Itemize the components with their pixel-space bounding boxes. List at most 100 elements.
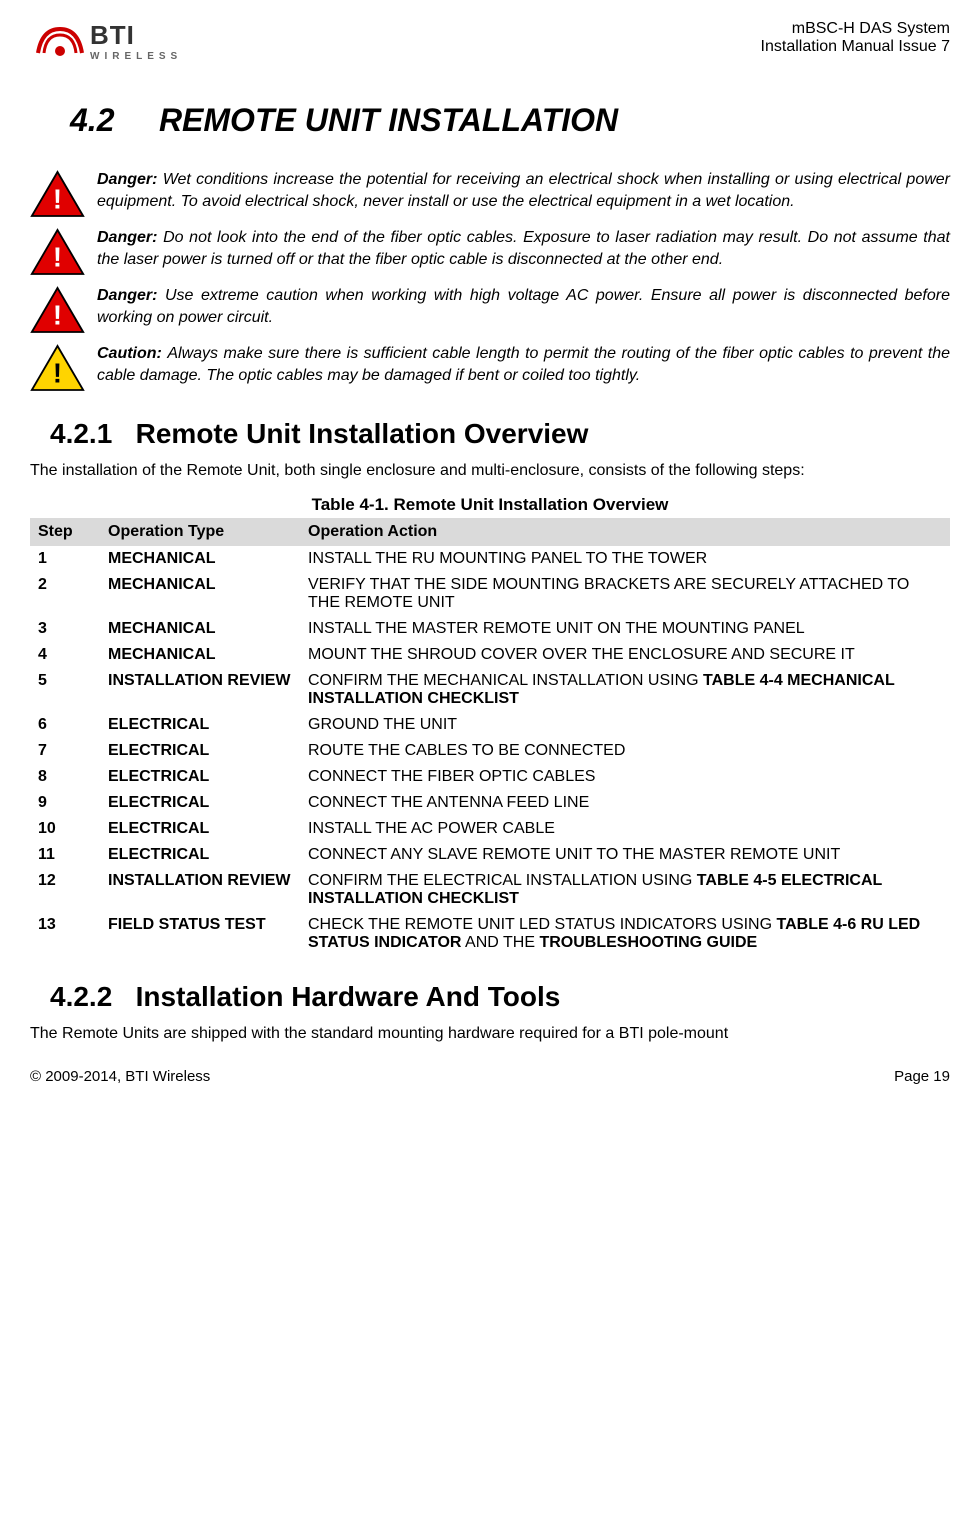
table-cell-action: ROUTE THE CABLES TO BE CONNECTED [300,738,950,764]
table-row: 3MECHANICALINSTALL THE MASTER REMOTE UNI… [30,616,950,642]
logo-sub-text: WIRELESS [90,51,182,62]
table-row: 9ELECTRICAL CONNECT THE ANTENNA FEED LINE [30,790,950,816]
table-cell-action-part: CONNECT ANY SLAVE REMOTE UNIT TO THE MAS… [308,846,840,863]
table-cell-action-part: CONFIRM THE MECHANICAL INSTALLATION USIN… [308,672,703,689]
table-cell-step: 10 [30,816,100,842]
table-cell-action: INSTALL THE RU MOUNTING PANEL TO THE TOW… [300,546,950,572]
table-cell-step: 7 [30,738,100,764]
section-number: 4.2 [70,102,114,138]
table-header-step: Step [30,518,100,546]
table-cell-action: INSTALL THE AC POWER CABLE [300,816,950,842]
table-cell-action-part: INSTALL THE RU MOUNTING PANEL TO THE TOW… [308,550,707,567]
table-caption: Table 4-1. Remote Unit Installation Over… [30,495,950,515]
table-cell-action-part: CHECK THE REMOTE UNIT LED STATUS INDICAT… [308,916,777,933]
table-cell-step: 4 [30,642,100,668]
header-line-2: Installation Manual Issue 7 [761,38,950,56]
subsection-title: 4.2.1 Remote Unit Installation Overview [50,418,950,450]
table-cell-type: MECHANICAL [100,572,300,616]
table-cell-action-part: CONFIRM THE ELECTRICAL INSTALLATION USIN… [308,872,697,889]
warning-row: ! Danger: Wet conditions increase the po… [30,169,950,219]
danger-icon: ! [30,285,85,335]
footer-copyright: © 2009-2014, BTI Wireless [30,1068,210,1085]
table-row: 10ELECTRICAL INSTALL THE AC POWER CABLE [30,816,950,842]
table-cell-type: ELECTRICAL [100,738,300,764]
subsection-intro: The Remote Units are shipped with the st… [30,1025,950,1043]
table-row: 12INSTALLATION REVIEW CONFIRM THE ELECTRI… [30,868,950,912]
table-cell-action: CONFIRM THE ELECTRICAL INSTALLATION USIN… [300,868,950,912]
table-header-row: Step Operation Type Operation Action [30,518,950,546]
section-title: 4.2 REMOTE UNIT INSTALLATION [70,102,950,139]
footer-page-number: Page 19 [894,1068,950,1085]
subsection-title: 4.2.2 Installation Hardware And Tools [50,981,950,1013]
table-row: 1MECHANICAL INSTALL THE RU MOUNTING PANEL… [30,546,950,572]
table-cell-type: INSTALLATION REVIEW [100,868,300,912]
danger-icon: ! [30,169,85,219]
warning-body: Do not look into the end of the fiber op… [97,229,950,268]
header-document-title: mBSC-H DAS System Installation Manual Is… [761,20,950,56]
table-cell-action: INSTALL THE MASTER REMOTE UNIT ON THE MO… [300,616,950,642]
table-cell-step: 11 [30,842,100,868]
table-cell-action: CONFIRM THE MECHANICAL INSTALLATION USIN… [300,668,950,712]
table-cell-action-part: ROUTE THE CABLES TO BE CONNECTED [308,742,625,759]
table-cell-action: CONNECT THE ANTENNA FEED LINE [300,790,950,816]
table-row: 2MECHANICALVERIFY THAT THE SIDE MOUNTING… [30,572,950,616]
table-cell-type: MECHANICAL [100,546,300,572]
svg-text:!: ! [53,184,62,215]
logo-icon [30,21,90,61]
warning-row: ! Danger: Use extreme caution when worki… [30,285,950,335]
table-cell-action-part: CONNECT THE FIBER OPTIC CABLES [308,768,595,785]
warning-row: ! Caution: Always make sure there is suf… [30,343,950,393]
subsection-title-text: Remote Unit Installation Overview [136,418,589,449]
warning-label: Danger: [97,229,163,246]
svg-text:!: ! [53,358,62,389]
installation-overview-table: Step Operation Type Operation Action 1ME… [30,518,950,956]
table-cell-action: CHECK THE REMOTE UNIT LED STATUS INDICAT… [300,912,950,956]
table-cell-action: GROUND THE UNIT [300,712,950,738]
table-cell-action-part: CONNECT THE ANTENNA FEED LINE [308,794,589,811]
table-cell-type: ELECTRICAL [100,790,300,816]
table-cell-type: FIELD STATUS TEST [100,912,300,956]
table-header-type: Operation Type [100,518,300,546]
warning-body: Always make sure there is sufficient cab… [97,345,950,384]
danger-icon: ! [30,227,85,277]
table-cell-step: 9 [30,790,100,816]
table-row: 7ELECTRICAL ROUTE THE CABLES TO BE CONNEC… [30,738,950,764]
table-cell-type: INSTALLATION REVIEW [100,668,300,712]
logo-main-text: BTI [90,20,182,51]
table-cell-type: ELECTRICAL [100,842,300,868]
warning-text: Danger: Use extreme caution when working… [97,285,950,328]
table-row: 11ELECTRICAL CONNECT ANY SLAVE REMOTE UNI… [30,842,950,868]
table-cell-action-part: GROUND THE UNIT [308,716,457,733]
table-cell-action-part: VERIFY THAT THE SIDE MOUNTING BRACKETS A… [308,576,909,611]
caution-icon: ! [30,343,85,393]
table-cell-action-part: TROUBLESHOOTING GUIDE [539,934,757,951]
table-cell-action-part: MOUNT THE SHROUD COVER OVER THE ENCLOSUR… [308,646,855,663]
table-cell-action-part: INSTALL THE AC POWER CABLE [308,820,555,837]
table-cell-step: 13 [30,912,100,956]
table-row: 13FIELD STATUS TEST CHECK THE REMOTE UNIT… [30,912,950,956]
warning-label: Danger: [97,287,165,304]
table-cell-action: MOUNT THE SHROUD COVER OVER THE ENCLOSUR… [300,642,950,668]
warning-text: Danger: Wet conditions increase the pote… [97,169,950,212]
table-cell-step: 5 [30,668,100,712]
section-title-text: REMOTE UNIT INSTALLATION [159,102,618,138]
warnings-list: ! Danger: Wet conditions increase the po… [30,169,950,393]
table-cell-type: ELECTRICAL [100,816,300,842]
table-cell-action-part: AND THE [461,934,539,951]
warning-text: Caution: Always make sure there is suffi… [97,343,950,386]
table-cell-step: 12 [30,868,100,912]
subsection-intro: The installation of the Remote Unit, bot… [30,462,950,480]
warning-text: Danger: Do not look into the end of the … [97,227,950,270]
table-cell-step: 1 [30,546,100,572]
table-cell-step: 3 [30,616,100,642]
table-cell-type: ELECTRICAL [100,712,300,738]
table-cell-type: MECHANICAL [100,616,300,642]
svg-text:!: ! [53,300,62,331]
table-cell-action: CONNECT THE FIBER OPTIC CABLES [300,764,950,790]
header-line-1: mBSC-H DAS System [761,20,950,38]
warning-body: Wet conditions increase the potential fo… [97,171,950,210]
table-row: 8ELECTRICALCONNECT THE FIBER OPTIC CABLE… [30,764,950,790]
table-cell-action: VERIFY THAT THE SIDE MOUNTING BRACKETS A… [300,572,950,616]
page-footer: © 2009-2014, BTI Wireless Page 19 [30,1068,950,1085]
table-cell-step: 8 [30,764,100,790]
